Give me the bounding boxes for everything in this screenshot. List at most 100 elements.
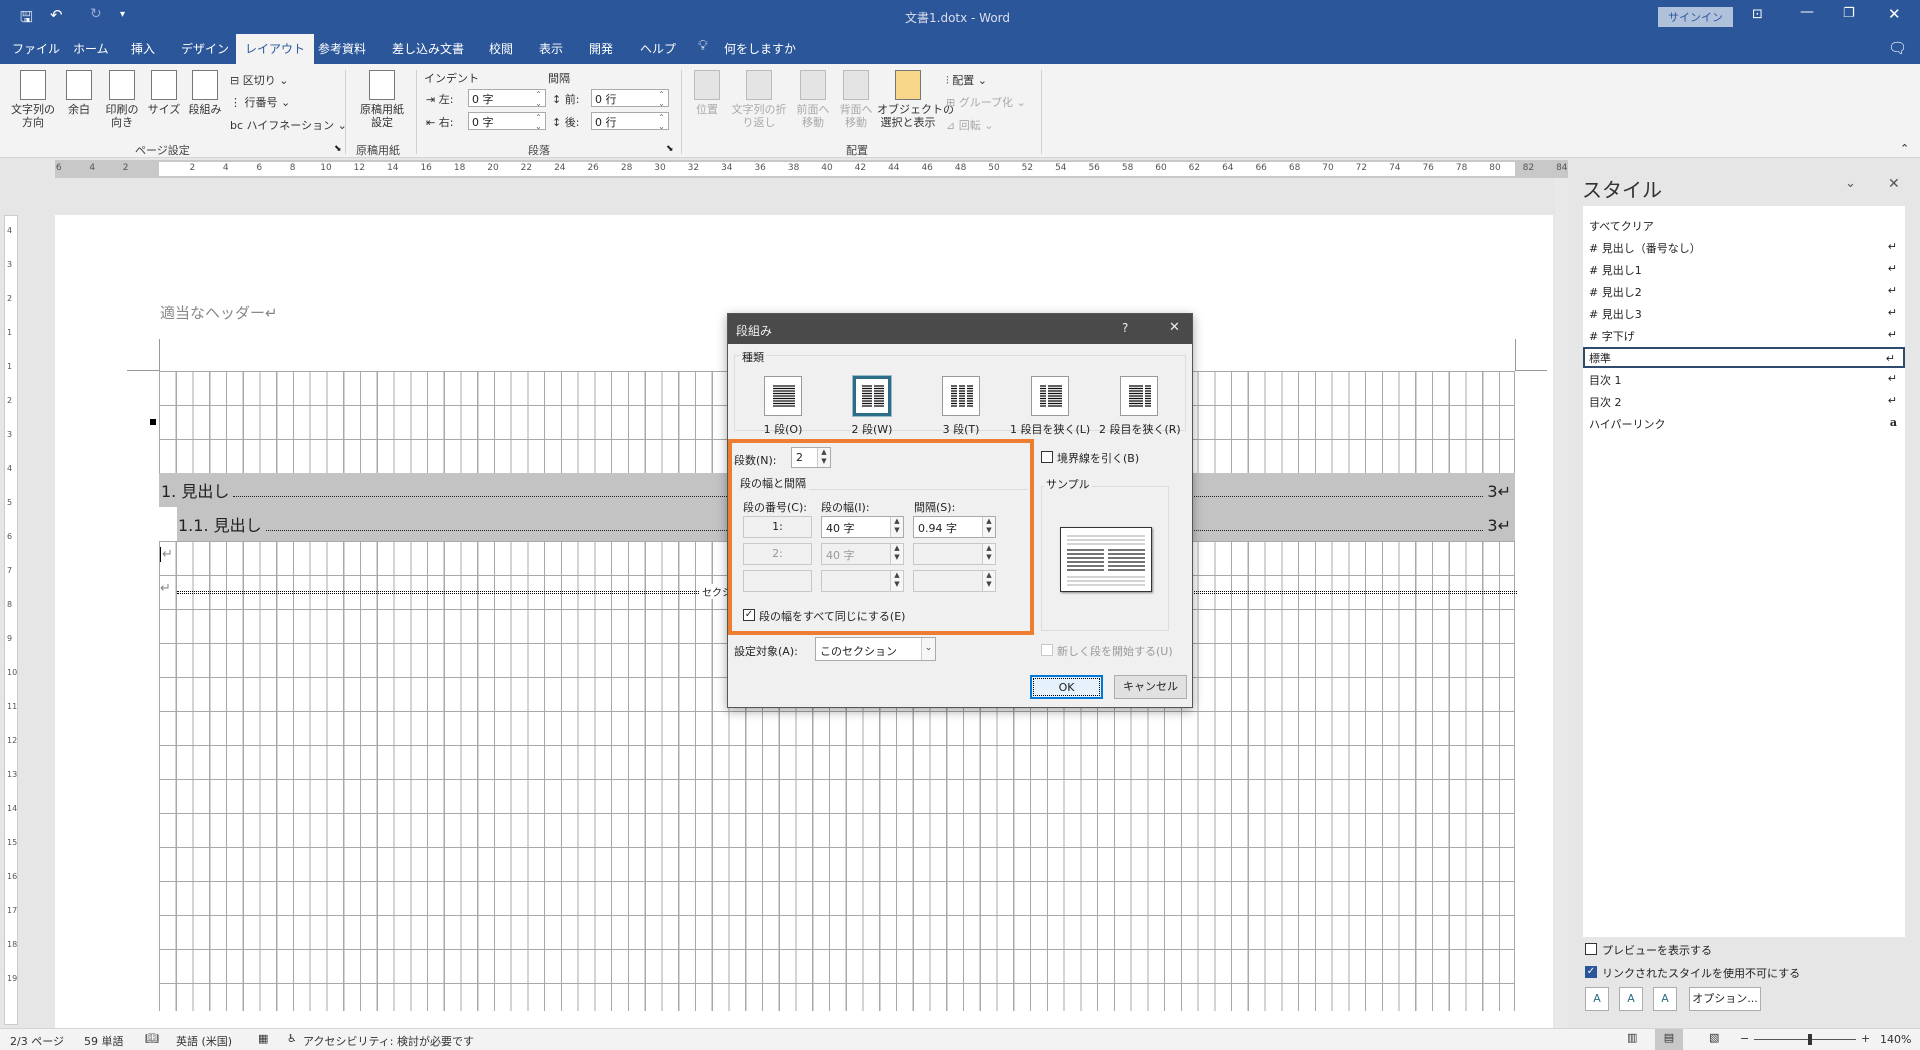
tab-file[interactable]: ファイル (12, 40, 60, 57)
close-window-icon[interactable]: ✕ (1888, 5, 1901, 23)
read-mode-icon[interactable]: ▥ (1627, 1031, 1637, 1044)
tab-mailings[interactable]: 差し込み文書 (392, 40, 464, 57)
disable-linked-styles-checkbox[interactable]: ✓ (1585, 966, 1597, 978)
style-item[interactable]: # 見出し（番号なし） ↵ (1583, 237, 1905, 258)
horizontal-ruler[interactable]: 6 4 2 2 4 6 8 10 12 14 16 18 20 22 24 26 28 30 32 34 36 38 40 4… (55, 160, 1568, 178)
indent-right-input[interactable]: 0 字 (468, 112, 546, 131)
undo-icon[interactable]: ↶ (50, 6, 63, 24)
margins-button[interactable]: 余白 (64, 70, 94, 116)
rotate-button[interactable]: ⊿ 回転 ⌄ (946, 117, 993, 133)
redo-icon[interactable]: ↻ (90, 6, 102, 22)
orientation-button[interactable]: 印刷の 向き (100, 70, 144, 129)
style-item[interactable]: # 見出し1 ↵ (1583, 259, 1905, 280)
new-column-checkbox[interactable] (1041, 644, 1053, 656)
tab-help[interactable]: ヘルプ (640, 40, 676, 57)
ribbon-display-options-icon[interactable]: ⊡ (1752, 7, 1763, 22)
send-backward-button[interactable]: 背面へ 移動 (836, 70, 876, 129)
tab-design[interactable]: デザイン (181, 40, 229, 57)
preset-three-columns-button[interactable] (942, 376, 980, 416)
wrap-text-button[interactable]: 文字列の折 り返し (728, 70, 790, 129)
dialog-launcher-icon[interactable]: ⬊ (666, 144, 674, 154)
column-spacing-input[interactable]: ▲ ▼ (913, 543, 996, 565)
collapse-ribbon-icon[interactable]: ⌃ (1900, 142, 1909, 155)
qat-customize-icon[interactable]: ▾ (120, 9, 125, 20)
page-header-text[interactable]: 適当なヘッダー↵ (160, 302, 278, 323)
help-button[interactable]: ? (1122, 321, 1128, 335)
preset-one-column-button[interactable] (764, 376, 802, 416)
tab-references[interactable]: 参考資料 (318, 40, 366, 57)
vertical-scrollbar[interactable] (1555, 178, 1568, 1028)
macro-icon[interactable]: ▦ (258, 1032, 268, 1045)
spinner-icon[interactable]: ▲ ▼ (982, 571, 995, 591)
selection-pane-button[interactable]: オブジェクトの 選択と表示 (877, 70, 954, 129)
group-button[interactable]: ⊞ グループ化 ⌄ (946, 94, 1026, 110)
show-preview-checkbox[interactable] (1585, 943, 1597, 955)
line-numbers-button[interactable]: ⋮ 行番号 ⌄ (230, 94, 290, 110)
tab-layout[interactable]: レイアウト (236, 34, 315, 64)
dialog-title-bar[interactable]: 段組み ? ✕ (728, 314, 1192, 344)
text-direction-button[interactable]: 文字列の 方向 (8, 70, 58, 129)
close-pane-icon[interactable]: ✕ (1888, 176, 1900, 192)
signin-button[interactable]: サインイン (1658, 7, 1733, 27)
tab-home[interactable]: ホーム (73, 40, 109, 57)
zoom-slider[interactable] (1754, 1039, 1856, 1040)
tab-view[interactable]: 表示 (539, 40, 563, 57)
position-button[interactable]: 位置 (690, 70, 724, 116)
tell-me-search[interactable]: 何をしますか (724, 40, 796, 57)
style-item[interactable]: 目次 2 ↵ (1583, 391, 1905, 412)
column-width-input[interactable]: 40 字 ▲ ▼ (821, 543, 904, 565)
genko-settings-button[interactable]: 原稿用紙 設定 (355, 70, 409, 129)
cancel-button[interactable]: キャンセル (1114, 675, 1187, 699)
manage-styles-button[interactable]: A (1653, 987, 1677, 1011)
web-layout-icon[interactable]: ▧ (1709, 1031, 1719, 1044)
preset-right-narrow-button[interactable] (1120, 376, 1158, 416)
spinner-icon[interactable]: ▲ ▼ (982, 517, 995, 537)
align-button[interactable]: ⫶ 配置 ⌄ (946, 72, 987, 88)
line-between-checkbox[interactable] (1041, 451, 1053, 463)
zoom-level[interactable]: 140% (1880, 1033, 1911, 1046)
zoom-slider-thumb[interactable] (1808, 1034, 1813, 1045)
tab-review[interactable]: 校閲 (489, 40, 513, 57)
spinner-icon[interactable]: ▲ ▼ (890, 571, 903, 591)
style-item[interactable]: # 見出し2 ↵ (1583, 281, 1905, 302)
style-inspector-button[interactable]: A (1619, 987, 1643, 1011)
preset-two-columns-button[interactable] (852, 375, 892, 417)
style-item[interactable]: すべてクリア (1583, 215, 1905, 236)
column-spacing-input[interactable]: 0.94 字 ▲ ▼ (913, 516, 996, 538)
save-icon[interactable]: 🖫 (20, 7, 33, 32)
vertical-ruler[interactable]: 4 3 2 1 1 2 3 4 5 6 7 8 9 10 11 12 13 14 15 16 17 18 19 (4, 215, 18, 1025)
ok-button[interactable]: OK (1030, 675, 1103, 699)
word-count[interactable]: 59 単語 (84, 1033, 124, 1049)
language-indicator[interactable]: 英語 (米国) (176, 1033, 232, 1049)
style-options-button[interactable]: オプション... (1689, 987, 1761, 1011)
close-dialog-button[interactable]: ✕ (1169, 320, 1180, 335)
print-layout-icon[interactable]: ▤ (1655, 1029, 1683, 1050)
proofing-icon[interactable]: 📖︎ (145, 1032, 159, 1045)
preset-left-narrow-button[interactable] (1031, 376, 1069, 416)
style-item[interactable]: 目次 1 ↵ (1583, 369, 1905, 390)
columns-button[interactable]: 段組み (185, 70, 225, 116)
style-item[interactable]: 標準 ↵ (1583, 347, 1905, 368)
new-style-button[interactable]: A (1585, 987, 1609, 1011)
spinner-icon[interactable]: ▲ ▼ (982, 544, 995, 564)
pane-options-chevron-icon[interactable]: ⌄ (1845, 176, 1856, 191)
style-item[interactable]: # 字下げ ↵ (1583, 325, 1905, 346)
column-width-input[interactable]: 40 字 ▲ ▼ (821, 516, 904, 538)
zoom-in-button[interactable]: + (1861, 1032, 1870, 1045)
spacing-before-input[interactable]: 0 行 (591, 89, 669, 108)
apply-to-select[interactable]: このセクション ⌄ (815, 637, 936, 661)
column-spacing-input[interactable]: ▲ ▼ (913, 570, 996, 592)
page-count[interactable]: 2/3 ページ (10, 1033, 64, 1049)
comments-icon[interactable]: 🗨 (1888, 39, 1907, 57)
restore-icon[interactable]: ❐ (1843, 6, 1855, 21)
accessibility-status[interactable]: アクセシビリティ: 検討が必要です (303, 1033, 474, 1049)
spinner-icon[interactable]: ▲ ▼ (890, 544, 903, 564)
num-columns-input[interactable]: 2 ▲ ▼ (791, 447, 831, 468)
column-width-input[interactable]: ▲ ▼ (821, 570, 904, 592)
spinner-icon[interactable]: ▲ ▼ (890, 517, 903, 537)
dialog-launcher-icon[interactable]: ⬊ (334, 144, 342, 154)
tab-developer[interactable]: 開発 (589, 40, 613, 57)
indent-left-input[interactable]: 0 字 (468, 89, 546, 108)
tab-insert[interactable]: 挿入 (131, 40, 155, 57)
spacing-after-input[interactable]: 0 行 (591, 112, 669, 131)
